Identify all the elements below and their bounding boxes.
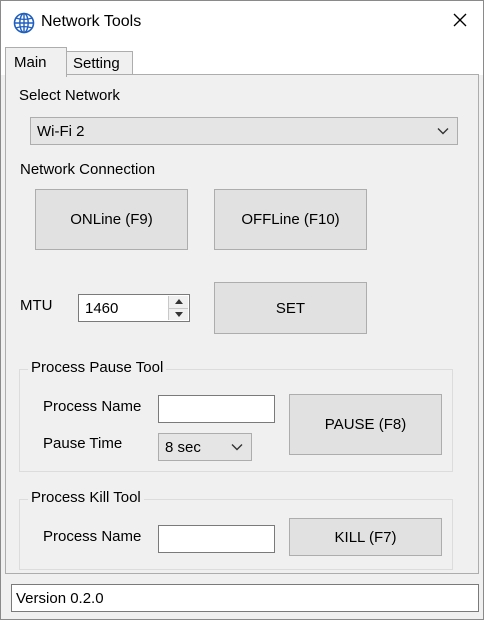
kill-button[interactable]: KILL (F7) bbox=[289, 518, 442, 556]
tab-strip: Main Setting bbox=[1, 43, 483, 77]
mtu-value: 1460 bbox=[85, 299, 119, 317]
pause-time-value: 8 sec bbox=[165, 438, 201, 456]
chevron-down-icon bbox=[231, 439, 243, 456]
pause-process-name-label: Process Name bbox=[43, 398, 142, 415]
tab-setting[interactable]: Setting bbox=[67, 51, 133, 75]
pause-time-select[interactable]: 8 sec bbox=[158, 433, 252, 461]
pause-process-name-input[interactable] bbox=[158, 395, 275, 423]
network-select[interactable]: Wi-Fi 2 bbox=[30, 117, 458, 145]
stepper-down-icon[interactable] bbox=[169, 307, 188, 320]
mtu-input[interactable]: 1460 bbox=[78, 294, 190, 322]
mtu-stepper[interactable] bbox=[168, 296, 188, 320]
pause-time-label: Pause Time bbox=[43, 435, 123, 452]
network-tools-window: Network Tools Main Setting Select Networ… bbox=[0, 0, 484, 620]
process-kill-groupbox: Process Kill Tool Process Name KILL (F7) bbox=[19, 489, 453, 570]
tab-main-label: Main bbox=[14, 54, 47, 71]
version-statusbar: Version 0.2.0 bbox=[11, 584, 479, 612]
network-select-value: Wi-Fi 2 bbox=[37, 122, 85, 140]
chevron-down-icon bbox=[437, 123, 449, 140]
kill-process-name-input[interactable] bbox=[158, 525, 275, 553]
select-network-label: Select Network bbox=[19, 87, 120, 104]
offline-button[interactable]: OFFLine (F10) bbox=[214, 189, 367, 250]
title-bar: Network Tools bbox=[1, 1, 483, 43]
main-tab-panel: Select Network Wi-Fi 2 Network Connectio… bbox=[5, 74, 479, 574]
globe-network-icon bbox=[13, 12, 35, 34]
close-button[interactable] bbox=[437, 1, 483, 43]
stepper-up-icon[interactable] bbox=[169, 296, 188, 308]
set-mtu-button[interactable]: SET bbox=[214, 282, 367, 334]
window-title: Network Tools bbox=[41, 13, 142, 30]
pause-button[interactable]: PAUSE (F8) bbox=[289, 394, 442, 455]
tab-setting-label: Setting bbox=[73, 55, 120, 72]
mtu-label: MTU bbox=[20, 297, 53, 314]
close-icon bbox=[453, 13, 467, 31]
version-text: Version 0.2.0 bbox=[16, 589, 104, 607]
network-connection-label: Network Connection bbox=[20, 161, 156, 178]
kill-process-name-label: Process Name bbox=[43, 528, 142, 545]
tab-main[interactable]: Main bbox=[5, 47, 67, 77]
process-pause-groupbox: Process Pause Tool Process Name Pause Ti… bbox=[19, 359, 453, 472]
online-button[interactable]: ONLine (F9) bbox=[35, 189, 188, 250]
process-pause-title: Process Pause Tool bbox=[28, 359, 167, 376]
process-kill-title: Process Kill Tool bbox=[28, 489, 144, 506]
